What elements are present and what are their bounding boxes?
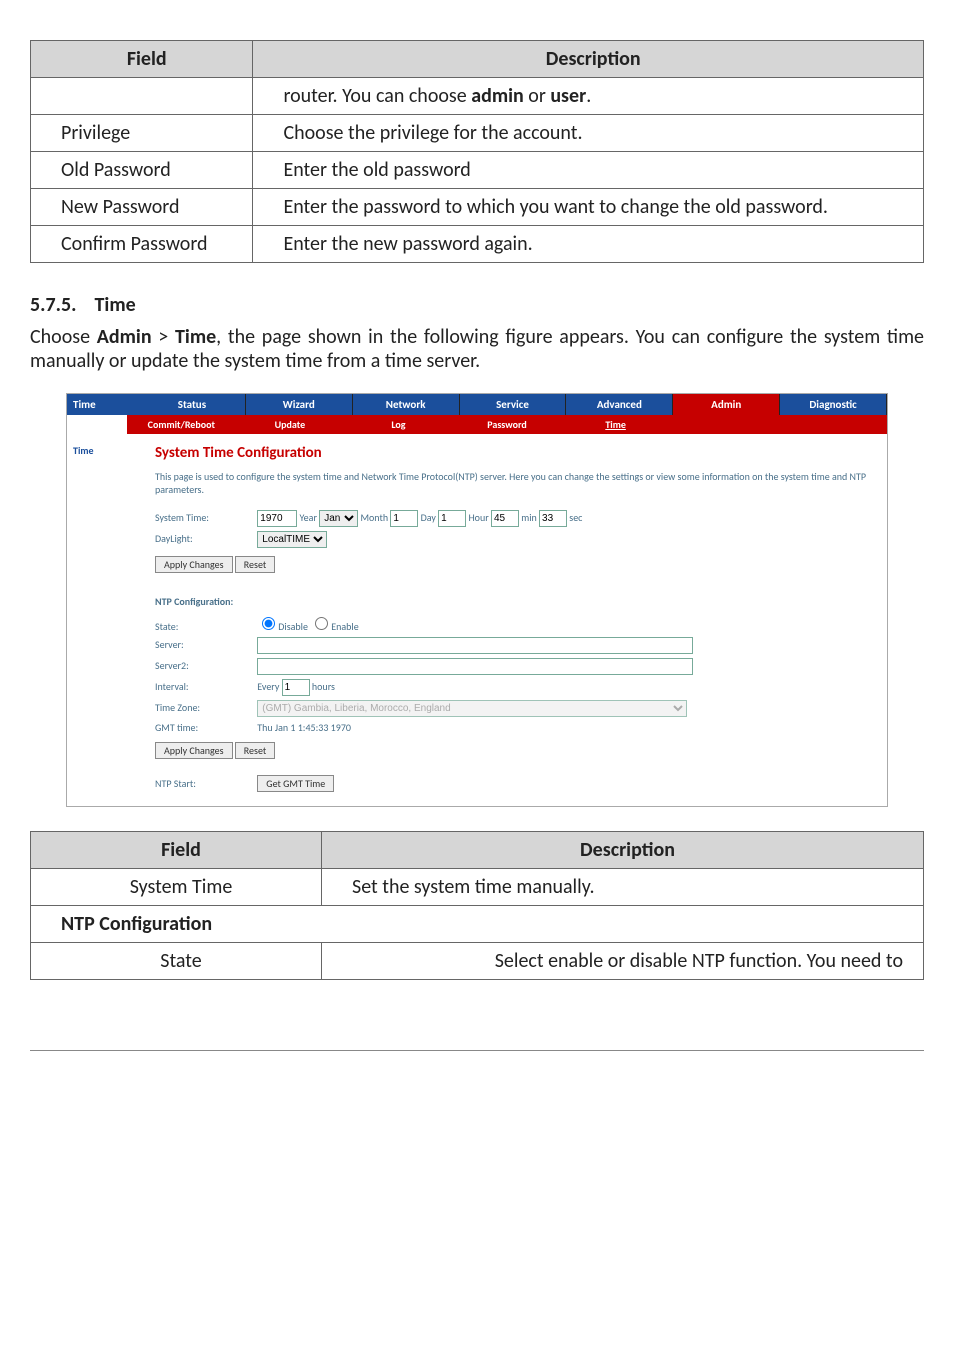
- state-enable-radio[interactable]: [315, 617, 328, 630]
- table-row: Privilege Choose the privilege for the a…: [31, 115, 924, 152]
- reset-button-2[interactable]: Reset: [235, 742, 275, 759]
- subtab-password[interactable]: Password: [453, 415, 562, 434]
- table-row: State Select enable or disable NTP funct…: [31, 943, 924, 980]
- top-nav: Time Status Wizard Network Service Advan…: [67, 394, 887, 415]
- timezone-label: Time Zone:: [155, 701, 255, 714]
- daylight-label: DayLight:: [155, 532, 255, 545]
- section-heading: 5.7.5. Time: [30, 293, 924, 317]
- table-row: New Password Enter the password to which…: [31, 189, 924, 226]
- subtab-commit[interactable]: Commit/Reboot: [127, 415, 236, 434]
- nav-side-label: Time: [67, 394, 139, 415]
- gmt-time-value: Thu Jan 1 1:45:33 1970: [257, 721, 351, 734]
- col-description: Description: [322, 832, 924, 869]
- tab-advanced[interactable]: Advanced: [566, 394, 673, 415]
- state-disable-radio[interactable]: [262, 617, 275, 630]
- gmt-time-label: GMT time:: [155, 721, 255, 734]
- tab-admin[interactable]: Admin: [673, 394, 780, 415]
- col-field: Field: [31, 832, 322, 869]
- subtab-time[interactable]: Time: [561, 415, 670, 434]
- nav-tabs: Status Wizard Network Service Advanced A…: [139, 394, 887, 415]
- ntp-start-label: NTP Start:: [155, 777, 255, 790]
- ntp-heading: NTP Configuration:: [155, 595, 871, 608]
- month-input[interactable]: [390, 510, 418, 527]
- subtab-update[interactable]: Update: [236, 415, 345, 434]
- side-menu-item[interactable]: Time: [67, 434, 139, 806]
- apply-button-2[interactable]: Apply Changes: [155, 742, 233, 759]
- month-select[interactable]: Jan: [319, 510, 358, 527]
- page-title: System Time Configuration: [155, 444, 871, 462]
- min-input[interactable]: [539, 510, 567, 527]
- server-label: Server:: [155, 638, 255, 651]
- sub-nav: Commit/Reboot Update Log Password Time: [67, 415, 887, 434]
- interval-label: Interval:: [155, 680, 255, 693]
- tab-diagnostic[interactable]: Diagnostic: [780, 394, 887, 415]
- year-input[interactable]: [257, 510, 297, 527]
- table-row: System Time Set the system time manually…: [31, 869, 924, 906]
- config-screenshot: Time Status Wizard Network Service Advan…: [66, 393, 888, 807]
- tab-wizard[interactable]: Wizard: [246, 394, 353, 415]
- tab-service[interactable]: Service: [460, 394, 567, 415]
- apply-button[interactable]: Apply Changes: [155, 556, 233, 573]
- interval-input[interactable]: [282, 679, 310, 696]
- system-time-label: System Time:: [155, 511, 255, 524]
- server-input[interactable]: [257, 637, 693, 654]
- daylight-select[interactable]: LocalTIME: [257, 531, 327, 548]
- subtab-log[interactable]: Log: [344, 415, 453, 434]
- server2-input[interactable]: [257, 658, 693, 675]
- server2-label: Server2:: [155, 659, 255, 672]
- day-input[interactable]: [438, 510, 466, 527]
- hour-input[interactable]: [491, 510, 519, 527]
- table-row: Old Password Enter the old password: [31, 152, 924, 189]
- intro-text: This page is used to configure the syste…: [155, 470, 871, 496]
- table-row: router. You can choose admin or user.: [31, 78, 924, 115]
- body-paragraph: Choose Admin > Time, the page shown in t…: [30, 325, 924, 373]
- password-field-table: Field Description router. You can choose…: [30, 40, 924, 263]
- footer-rule: [30, 1050, 924, 1051]
- timezone-select[interactable]: (GMT) Gambia, Liberia, Morocco, England: [257, 700, 687, 717]
- col-description: Description: [253, 41, 924, 78]
- state-label: State:: [155, 620, 255, 633]
- table-section-row: NTP Configuration: [31, 906, 924, 943]
- col-field: Field: [31, 41, 253, 78]
- reset-button[interactable]: Reset: [235, 556, 275, 573]
- table-row: Confirm Password Enter the new password …: [31, 226, 924, 263]
- get-gmt-button[interactable]: Get GMT Time: [257, 775, 334, 792]
- time-field-table: Field Description System Time Set the sy…: [30, 831, 924, 980]
- tab-status[interactable]: Status: [139, 394, 246, 415]
- tab-network[interactable]: Network: [353, 394, 460, 415]
